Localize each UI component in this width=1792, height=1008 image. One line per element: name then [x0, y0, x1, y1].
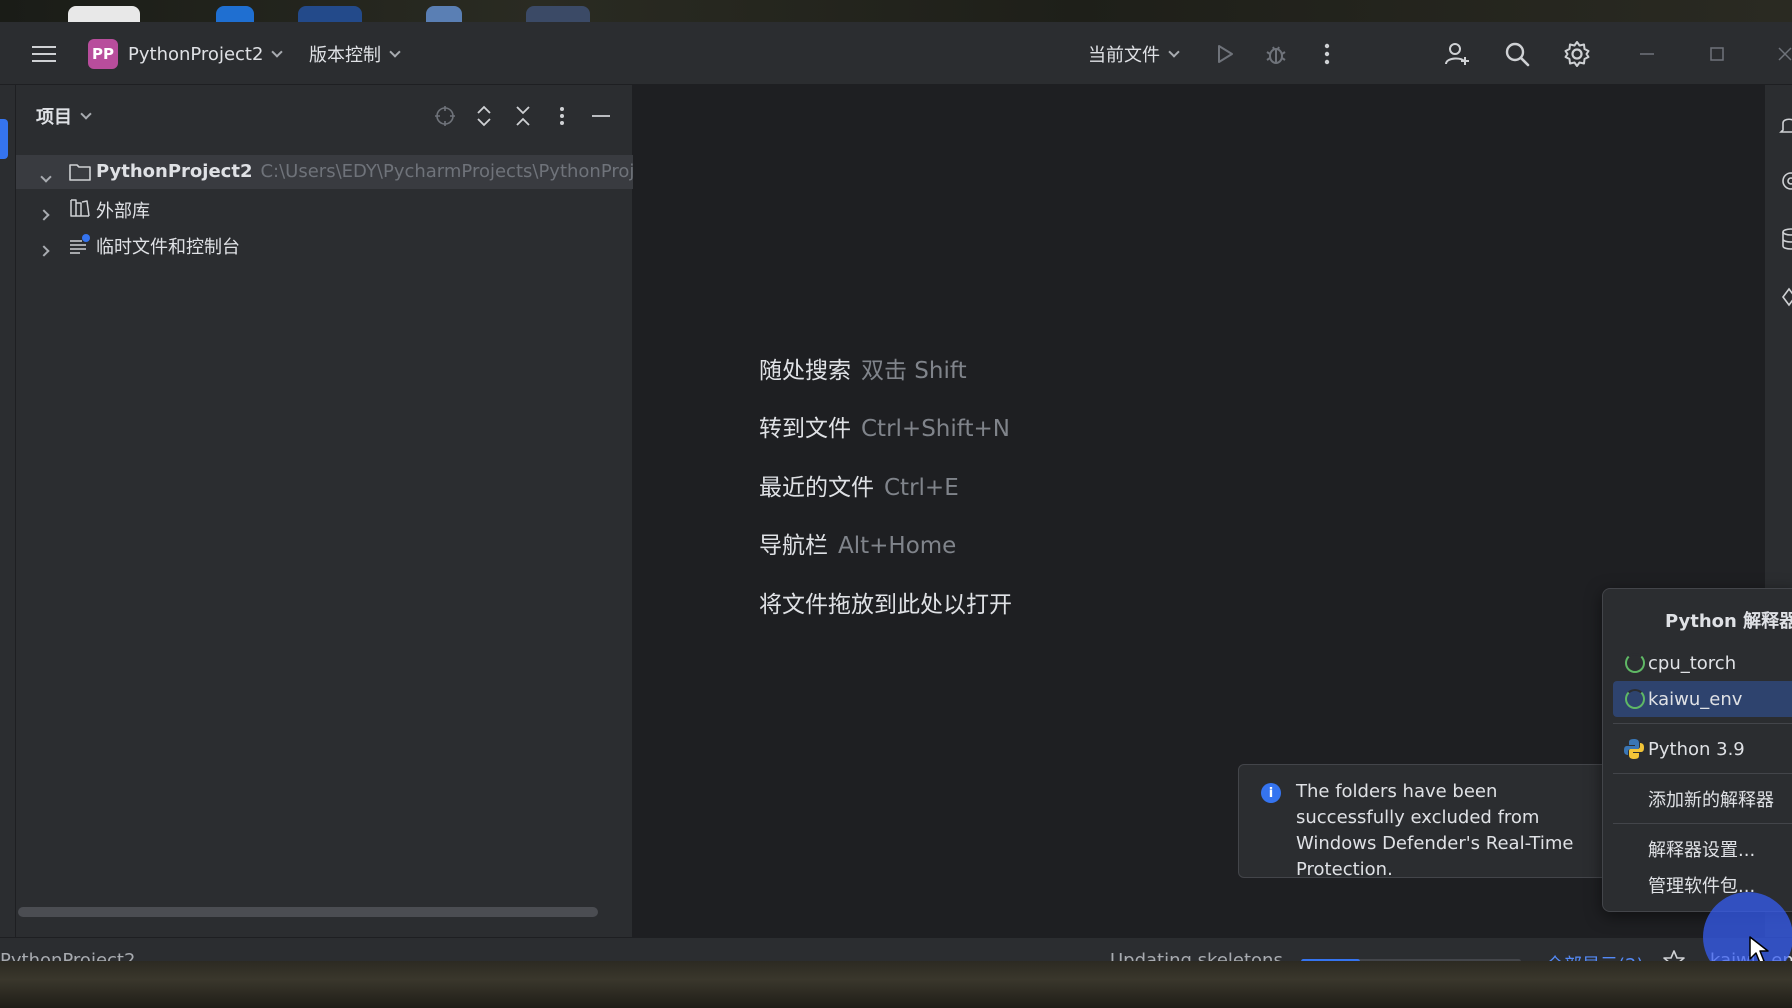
project-tool-indicator[interactable] [0, 119, 8, 159]
taskbar-app-icon [216, 6, 254, 22]
locate-icon[interactable] [432, 103, 458, 129]
run-config-selector[interactable]: 当前文件 [1088, 23, 1180, 85]
panel-title: 项目 [36, 107, 72, 128]
tree-item-scratches[interactable]: 临时文件和控制台 [16, 227, 633, 261]
project-name: PythonProject2 [128, 43, 264, 65]
debug-icon[interactable] [1259, 37, 1293, 71]
tree-item-external-libraries[interactable]: 外部库 [16, 191, 633, 225]
run-icon[interactable] [1208, 37, 1242, 71]
taskbar-app-icon [298, 6, 362, 22]
interpreter-label: cpu_torch [1648, 652, 1737, 674]
taskbar-app-icon [426, 6, 462, 22]
conda-env-icon [1625, 689, 1645, 709]
taskbar-app-icon [68, 6, 140, 22]
project-view-selector[interactable]: 项目 [36, 103, 92, 129]
chevron-down-icon [389, 45, 401, 58]
chevron-right-icon[interactable] [38, 239, 50, 260]
project-panel-header: 项目 [16, 85, 633, 145]
vcs-menu[interactable]: 版本控制 [309, 23, 401, 85]
run-config-label: 当前文件 [1088, 45, 1160, 66]
interpreter-label: Python 3.9 [1648, 738, 1745, 760]
hint-shortcut: Alt+Home [838, 533, 957, 559]
maximize-icon[interactable] [1704, 41, 1730, 67]
hint-label: 转到文件 [759, 416, 851, 442]
database-icon[interactable] [1779, 227, 1792, 251]
action-label: 添加新的解释器 [1648, 790, 1774, 811]
hint-goto-file: 转到文件 Ctrl+Shift+N [759, 409, 1010, 443]
interpreter-label: kaiwu_env [1648, 688, 1743, 710]
popup-divider [1613, 773, 1792, 774]
hint-label: 将文件拖放到此处以打开 [759, 592, 1012, 618]
hide-panel-icon[interactable] [588, 103, 614, 129]
close-icon[interactable] [1772, 41, 1792, 67]
vcs-label: 版本控制 [309, 45, 381, 66]
interpreter-item-python39[interactable]: Python 3.9 [1613, 731, 1792, 767]
search-icon[interactable] [1500, 37, 1534, 71]
taskbar-app-icon [526, 6, 590, 22]
add-interpreter-action[interactable]: 添加新的解释器 [1613, 781, 1792, 817]
folder-icon [68, 161, 92, 183]
library-icon [68, 197, 92, 219]
interpreter-item-cpu-torch[interactable]: cpu_torch [1613, 645, 1792, 681]
more-icon[interactable] [1310, 37, 1344, 71]
minimize-icon[interactable] [1634, 41, 1660, 67]
project-root-path: C:\Users\EDY\PycharmProjects\PythonProje… [260, 161, 663, 182]
hint-shortcut: Ctrl+E [884, 475, 959, 501]
project-panel: 项目 PythonProject2 C:\Users\EDY\PycharmPr… [16, 85, 662, 937]
hint-navigation-bar: 导航栏 Alt+Home [759, 526, 956, 560]
project-selector[interactable]: PP PythonProject2 [88, 23, 284, 85]
project-badge: PP [88, 39, 118, 69]
collapse-all-icon[interactable] [510, 103, 536, 129]
menu-icon[interactable] [30, 23, 58, 85]
interpreter-settings-action[interactable]: 解释器设置... [1613, 831, 1792, 867]
conda-env-icon [1625, 653, 1645, 673]
expand-all-icon[interactable] [471, 103, 497, 129]
python-icon [1623, 738, 1645, 765]
scratch-icon [68, 233, 92, 255]
ai-assistant-icon[interactable] [1779, 169, 1792, 193]
title-bar: PP PythonProject2 版本控制 当前文件 [0, 23, 1792, 85]
hint-search-everywhere: 随处搜索 双击 Shift [759, 351, 967, 385]
tree-item-label: PythonProject2 C:\Users\EDY\PycharmProjec… [96, 161, 662, 182]
desktop-top-strip [0, 0, 1792, 22]
hint-drop-files: 将文件拖放到此处以打开 [759, 585, 1012, 619]
popup-divider [1613, 723, 1792, 724]
options-icon[interactable] [549, 103, 575, 129]
interpreter-popup: Python 解释器 cpu_torch kaiwu_env Python 3.… [1602, 588, 1792, 912]
notifications-icon[interactable] [1779, 113, 1792, 137]
notification-text: The folders have been successfully exclu… [1296, 781, 1574, 880]
settings-icon[interactable] [1560, 37, 1594, 71]
hint-shortcut: Ctrl+Shift+N [861, 416, 1010, 442]
chevron-down-icon[interactable] [40, 165, 52, 186]
hint-recent-files: 最近的文件 Ctrl+E [759, 468, 959, 502]
chevron-down-icon [1168, 45, 1180, 58]
hint-shortcut: 双击 Shift [861, 358, 967, 384]
popup-divider [1613, 823, 1792, 824]
chevron-down-icon [271, 45, 284, 58]
tree-item-project-root[interactable]: PythonProject2 C:\Users\EDY\PycharmProjec… [16, 155, 662, 189]
left-tool-strip [0, 85, 16, 937]
interpreter-item-kaiwu-env[interactable]: kaiwu_env [1613, 681, 1792, 717]
hint-label: 随处搜索 [759, 358, 851, 384]
hint-label: 导航栏 [759, 533, 828, 559]
popup-title: Python 解释器 [1665, 611, 1792, 632]
tree-item-label: 外部库 [96, 201, 150, 222]
info-icon: i [1261, 783, 1281, 803]
hint-label: 最近的文件 [759, 475, 874, 501]
tree-item-label: 临时文件和控制台 [96, 237, 240, 258]
horizontal-scrollbar[interactable] [18, 907, 598, 917]
chevron-right-icon[interactable] [38, 203, 50, 224]
desktop-bottom-strip [0, 961, 1792, 1008]
notification-balloon[interactable]: i The folders have been successfully exc… [1238, 764, 1608, 880]
action-label: 解释器设置... [1648, 840, 1756, 861]
chevron-down-icon [80, 107, 92, 120]
project-root-name: PythonProject2 [96, 161, 253, 182]
add-user-icon[interactable] [1440, 37, 1474, 71]
python-packages-icon[interactable] [1779, 285, 1792, 309]
